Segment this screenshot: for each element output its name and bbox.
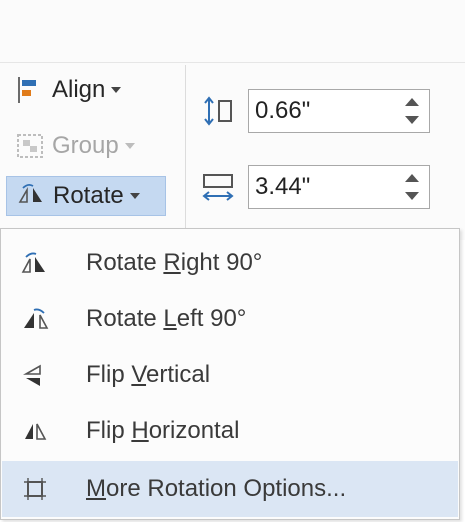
group-icon (17, 134, 43, 158)
chevron-down-icon (111, 87, 122, 93)
rotate-icon (18, 183, 42, 203)
shape-height-icon (204, 96, 232, 126)
shape-height-row (200, 88, 430, 134)
spin-up-icon[interactable] (405, 98, 419, 106)
group-button[interactable]: Group (6, 126, 143, 166)
shape-width-row (200, 164, 430, 210)
menu-item-label: Rotate Left 90° (86, 305, 247, 332)
menu-item-rotate-right[interactable]: Rotate Right 90° (2, 235, 458, 291)
shape-width-input[interactable] (249, 166, 389, 208)
menu-item-label: Rotate Right 90° (86, 249, 263, 276)
rotate-left-icon (24, 308, 49, 329)
shape-height-input[interactable] (249, 90, 389, 132)
flip-horizontal-icon (25, 423, 47, 440)
rotate-dropdown-menu: Rotate Right 90° Rotate Left 90° Flip Ve… (0, 228, 460, 520)
shape-width-spinner[interactable] (248, 165, 430, 209)
spin-up-icon[interactable] (405, 174, 419, 182)
menu-item-label: Flip Horizontal (86, 417, 240, 444)
shape-height-spinner[interactable] (248, 89, 430, 133)
align-icon (18, 77, 36, 103)
align-label: Align (52, 76, 106, 103)
menu-item-flip-horizontal[interactable]: Flip Horizontal (2, 403, 458, 459)
spin-down-icon[interactable] (405, 116, 419, 124)
rotate-label: Rotate (53, 182, 124, 209)
menu-item-label: Flip Vertical (86, 361, 211, 388)
more-rotation-options-icon (24, 478, 46, 500)
align-button[interactable]: Align (6, 70, 129, 110)
chevron-down-icon (124, 143, 135, 149)
ribbon-separator (0, 62, 465, 63)
menu-item-flip-vertical[interactable]: Flip Vertical (2, 347, 458, 403)
shape-width-icon (202, 174, 234, 201)
ribbon-divider (185, 65, 186, 230)
menu-item-rotate-left[interactable]: Rotate Left 90° (2, 291, 458, 347)
menu-item-label: More Rotation Options... (86, 475, 347, 502)
rotate-right-icon (21, 252, 45, 273)
chevron-down-icon (129, 193, 140, 199)
rotate-button[interactable]: Rotate (6, 176, 166, 216)
spin-down-icon[interactable] (405, 192, 419, 200)
flip-vertical-icon (22, 364, 41, 386)
group-label: Group (52, 132, 119, 159)
ribbon-arrange-group: Align Group Rotate (0, 0, 465, 240)
menu-item-more-rotation-options[interactable]: More Rotation Options... (2, 461, 458, 517)
